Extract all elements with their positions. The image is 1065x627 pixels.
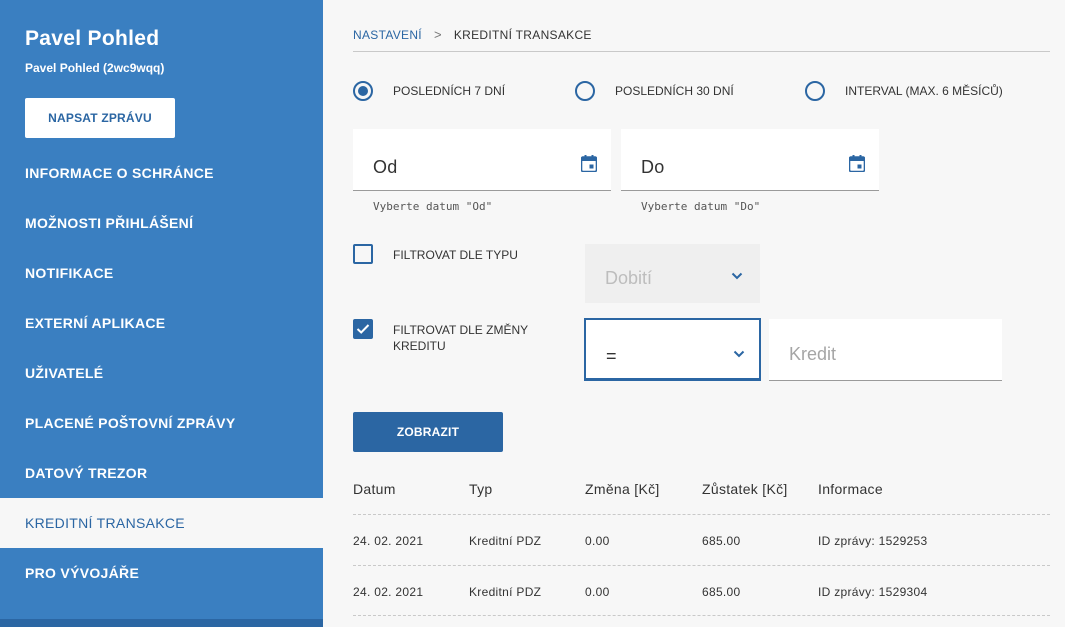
cell-balance: 685.00: [702, 534, 741, 548]
credit-amount-input[interactable]: Kredit: [769, 319, 1002, 381]
radio-unselected-icon: [575, 81, 595, 101]
cell-date: 24. 02. 2021: [353, 534, 424, 548]
date-from-field[interactable]: Od: [353, 129, 611, 191]
operator-select-value: =: [606, 346, 617, 366]
row-divider: [353, 615, 1050, 616]
sidebar: Pavel Pohled Pavel Pohled (2wc9wqq) NAPS…: [0, 0, 323, 627]
radio-selected-icon: [353, 81, 373, 101]
sidebar-item-external-apps[interactable]: EXTERNÍ APLIKACE: [0, 298, 323, 348]
sidebar-item-mailbox-info[interactable]: INFORMACE O SCHRÁNCE: [0, 148, 323, 198]
date-from-label: Od: [373, 157, 398, 177]
radio-last-7-days[interactable]: POSLEDNÍCH 7 DNÍ: [353, 81, 505, 101]
filter-credit-label-line2: KREDITU: [393, 339, 446, 353]
breadcrumb-current: KREDITNÍ TRANSAKCE: [453, 27, 592, 42]
column-header-change[interactable]: Změna [Kč]: [585, 481, 660, 497]
column-header-balance[interactable]: Zůstatek [Kč]: [702, 481, 788, 497]
sidebar-item-notifications[interactable]: NOTIFIKACE: [0, 248, 323, 298]
sidebar-item-developers[interactable]: PRO VÝVOJÁŘE: [0, 548, 323, 598]
breadcrumb-settings-link[interactable]: NASTAVENÍ: [353, 28, 422, 42]
cell-change: 0.00: [585, 534, 610, 548]
radio-last-30-days[interactable]: POSLEDNÍCH 30 DNÍ: [575, 81, 734, 101]
sidebar-item-credit-transactions[interactable]: KREDITNÍ TRANSAKCE: [0, 498, 323, 548]
date-to-label: Do: [641, 157, 665, 177]
radio-label: POSLEDNÍCH 7 DNÍ: [393, 84, 506, 98]
filter-credit-checkbox[interactable]: [353, 319, 373, 339]
column-header-date[interactable]: Datum: [353, 481, 396, 497]
radio-label: POSLEDNÍCH 30 DNÍ: [615, 84, 734, 98]
credit-amount-placeholder: Kredit: [789, 344, 837, 364]
sidebar-item-paid-messages[interactable]: PLACENÉ POŠTOVNÍ ZPRÁVY: [0, 398, 323, 448]
cell-balance: 685.00: [702, 585, 741, 599]
chevron-down-icon: [733, 350, 745, 358]
calendar-icon[interactable]: [581, 155, 597, 172]
user-name: Pavel Pohled: [25, 27, 160, 50]
sidebar-item-data-vault[interactable]: DATOVÝ TREZOR: [0, 448, 323, 498]
breadcrumb: NASTAVENÍ > KREDITNÍ TRANSAKCE: [353, 27, 592, 42]
date-from-helper: Vyberte datum "Od": [373, 200, 493, 213]
radio-unselected-icon: [805, 81, 825, 101]
radio-label: INTERVAL (MAX. 6 MĚSÍCŮ): [845, 84, 1003, 98]
checkmark-icon: [356, 324, 370, 334]
date-to-field[interactable]: Do: [621, 129, 879, 191]
chevron-down-icon: [731, 272, 743, 280]
cell-date: 24. 02. 2021: [353, 585, 424, 599]
cell-change: 0.00: [585, 585, 610, 599]
write-message-button[interactable]: NAPSAT ZPRÁVU: [25, 98, 175, 138]
cell-type: Kreditní PDZ: [469, 534, 542, 548]
operator-select[interactable]: =: [584, 318, 761, 381]
date-to-helper: Vyberte datum "Do": [641, 200, 761, 213]
radio-interval[interactable]: INTERVAL (MAX. 6 MĚSÍCŮ): [805, 81, 1003, 101]
column-header-info[interactable]: Informace: [818, 481, 883, 497]
type-select: Dobití: [585, 244, 760, 303]
column-header-type[interactable]: Typ: [469, 481, 492, 497]
user-id: Pavel Pohled (2wc9wqq): [25, 61, 165, 75]
cell-info: ID zprávy: 1529304: [818, 585, 928, 599]
filter-type-checkbox[interactable]: [353, 244, 373, 264]
filter-type-label: FILTROVAT DLE TYPU: [393, 248, 518, 262]
sidebar-footer-bar: [0, 619, 323, 627]
breadcrumb-divider: [353, 51, 1050, 52]
sidebar-item-login-options[interactable]: MOŽNOSTI PŘIHLÁŠENÍ: [0, 198, 323, 248]
filter-credit-label: FILTROVAT DLE ZMĚNY KREDITU: [393, 322, 528, 354]
calendar-icon[interactable]: [849, 155, 865, 172]
cell-type: Kreditní PDZ: [469, 585, 542, 599]
row-divider: [353, 565, 1050, 566]
sidebar-item-users[interactable]: UŽIVATELÉ: [0, 348, 323, 398]
type-select-value: Dobití: [605, 268, 653, 288]
row-divider: [353, 514, 1050, 515]
chevron-right-icon: >: [433, 27, 442, 42]
filter-credit-label-line1: FILTROVAT DLE ZMĚNY: [393, 323, 529, 337]
cell-info: ID zprávy: 1529253: [818, 534, 928, 548]
show-button[interactable]: ZOBRAZIT: [353, 412, 503, 452]
